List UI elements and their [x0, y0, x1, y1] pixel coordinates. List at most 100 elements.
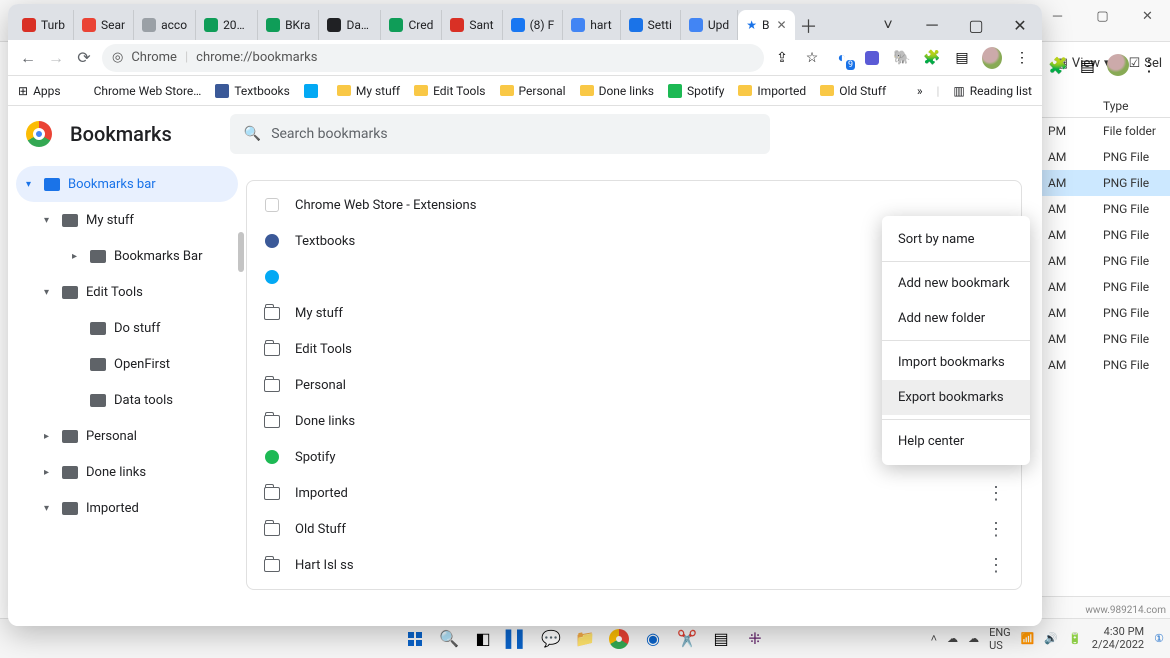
- close-button[interactable]: ✕: [1125, 0, 1170, 32]
- battery-icon[interactable]: 🔋: [1068, 632, 1082, 645]
- sidebar-item[interactable]: Do stuff: [16, 310, 238, 346]
- chrome-icon[interactable]: [606, 626, 632, 652]
- bookmark-bar-item[interactable]: Edit Tools: [414, 84, 485, 98]
- chat-icon[interactable]: 💬: [538, 626, 564, 652]
- bookmark-bar-item[interactable]: Personal: [500, 84, 566, 98]
- file-row[interactable]: AMPNG File: [1040, 170, 1170, 196]
- volume-icon[interactable]: 🔊: [1044, 632, 1058, 645]
- bookmark-bar-item[interactable]: ⊞Apps: [18, 84, 61, 98]
- tab-0[interactable]: Turb: [14, 10, 74, 40]
- close-icon[interactable]: ✕: [776, 18, 786, 32]
- search-input[interactable]: 🔍 Search bookmarks: [230, 114, 770, 154]
- bookmark-row[interactable]: Old Stuff⋮: [247, 511, 1021, 547]
- tab-8[interactable]: (8) F: [503, 10, 564, 40]
- cloud-icon[interactable]: ☁: [968, 632, 979, 645]
- tab-3[interactable]: 2021: [196, 10, 258, 40]
- more-icon[interactable]: ⋮: [987, 555, 1005, 576]
- extension-icon[interactable]: [862, 48, 882, 68]
- file-explorer-icon[interactable]: 📁: [572, 626, 598, 652]
- file-row[interactable]: AMPNG File: [1040, 144, 1170, 170]
- file-row[interactable]: AMPNG File: [1040, 274, 1170, 300]
- expand-arrow-icon[interactable]: ▾: [44, 215, 54, 226]
- file-row[interactable]: AMPNG File: [1040, 196, 1170, 222]
- bookmark-bar-item[interactable]: Textbooks: [215, 84, 290, 98]
- tab-5[interactable]: Dash: [319, 10, 381, 40]
- bookmark-bar-item[interactable]: Chrome Web Store…: [75, 84, 202, 98]
- tab-7[interactable]: Sant: [442, 10, 502, 40]
- expand-arrow-icon[interactable]: ▸: [44, 431, 54, 442]
- expand-arrow-icon[interactable]: ▸: [44, 467, 54, 478]
- chrome-menu-icon[interactable]: ⋮: [1012, 48, 1032, 68]
- share-icon[interactable]: ⇪: [772, 48, 792, 68]
- bookmark-star-icon[interactable]: ☆: [802, 48, 822, 68]
- tab-11[interactable]: Upd: [681, 10, 738, 40]
- sidebar-item[interactable]: ▾My stuff: [16, 202, 238, 238]
- tab-1[interactable]: Sear: [74, 10, 134, 40]
- tab-9[interactable]: hart: [563, 10, 620, 40]
- extension-badge-icon[interactable]: ◐9: [832, 48, 852, 68]
- sidebar-item[interactable]: ▾Imported: [16, 490, 238, 526]
- menu-item[interactable]: Add new bookmark: [882, 266, 1030, 301]
- sidepanel-icon[interactable]: ▤: [1080, 56, 1095, 75]
- new-tab-button[interactable]: ＋: [795, 12, 823, 40]
- sidebar-item[interactable]: ▸Personal: [16, 418, 238, 454]
- avatar[interactable]: [982, 48, 1002, 68]
- bookmark-row[interactable]: Hart Isl ss⋮: [247, 547, 1021, 583]
- file-row[interactable]: AMPNG File: [1040, 326, 1170, 352]
- sidepanel-icon[interactable]: ▤: [952, 48, 972, 68]
- tab-6[interactable]: Cred: [381, 10, 442, 40]
- bookmark-row[interactable]: Imported⋮: [247, 475, 1021, 511]
- widgets-icon[interactable]: ▌▌: [504, 626, 530, 652]
- maximize-button[interactable]: ▢: [1080, 0, 1125, 32]
- search-icon[interactable]: 🔍: [436, 626, 462, 652]
- expand-arrow-icon[interactable]: ▾: [26, 179, 36, 190]
- menu-item[interactable]: Import bookmarks: [882, 345, 1030, 380]
- sidebar-item[interactable]: ▾Bookmarks bar: [16, 166, 238, 202]
- bookmark-bar-item[interactable]: My stuff: [337, 84, 400, 98]
- avatar[interactable]: [1107, 54, 1129, 76]
- menu-item[interactable]: Help center: [882, 424, 1030, 459]
- extensions-puzzle-icon[interactable]: 🧩: [1048, 56, 1068, 75]
- sidebar-scrollbar[interactable]: [238, 232, 244, 272]
- maximize-button[interactable]: ▢: [954, 10, 998, 40]
- bookmark-bar-item[interactable]: Spotify: [668, 84, 724, 98]
- notifications-icon[interactable]: ①: [1154, 632, 1164, 645]
- tab-10[interactable]: Setti: [621, 10, 681, 40]
- onedrive-icon[interactable]: ☁: [947, 632, 958, 645]
- edge-icon[interactable]: ◉: [640, 626, 666, 652]
- chrome-chevron-icon[interactable]: ˅: [866, 10, 910, 40]
- file-row[interactable]: AMPNG File: [1040, 300, 1170, 326]
- sidebar-item[interactable]: ▸Bookmarks Bar: [16, 238, 238, 274]
- file-row[interactable]: PMFile folder: [1040, 118, 1170, 144]
- expand-arrow-icon[interactable]: ▸: [72, 251, 82, 262]
- sidebar-item[interactable]: ▾Edit Tools: [16, 274, 238, 310]
- more-icon[interactable]: ⋮: [987, 519, 1005, 540]
- bookmark-bar-item[interactable]: Old Stuff: [820, 84, 886, 98]
- overflow-chevron-icon[interactable]: »: [917, 84, 923, 98]
- chrome-menu-icon[interactable]: ⋮: [1141, 56, 1157, 75]
- expand-arrow-icon[interactable]: ▾: [44, 287, 54, 298]
- wifi-icon[interactable]: 📶: [1021, 632, 1035, 645]
- slack-icon[interactable]: ⁜: [742, 626, 768, 652]
- tab-active-bookmarks[interactable]: ★ B ✕: [738, 10, 794, 40]
- app-icon[interactable]: ▤: [708, 626, 734, 652]
- menu-item[interactable]: Add new folder: [882, 301, 1030, 336]
- expand-arrow-icon[interactable]: ▾: [44, 503, 54, 514]
- bookmark-bar-item[interactable]: Done links: [580, 84, 654, 98]
- close-button[interactable]: ✕: [998, 10, 1042, 40]
- sidebar-item[interactable]: Data tools: [16, 382, 238, 418]
- forward-button[interactable]: →: [46, 48, 66, 68]
- snip-icon[interactable]: ✂️: [674, 626, 700, 652]
- menu-item[interactable]: Sort by name: [882, 222, 1030, 257]
- sidebar-item[interactable]: ▸Done links: [16, 454, 238, 490]
- bookmark-bar-item[interactable]: Imported: [738, 84, 806, 98]
- menu-item[interactable]: Export bookmarks: [882, 380, 1030, 415]
- back-button[interactable]: ←: [18, 48, 38, 68]
- extensions-puzzle-icon[interactable]: 🧩: [922, 48, 942, 68]
- sidebar-item[interactable]: OpenFirst: [16, 346, 238, 382]
- tab-2[interactable]: acco: [134, 10, 196, 40]
- bookmark-bar-item[interactable]: [304, 84, 323, 98]
- more-icon[interactable]: ⋮: [987, 483, 1005, 504]
- clock[interactable]: 4:30 PM2/24/2022: [1092, 626, 1144, 650]
- address-bar[interactable]: ◎ Chrome | chrome://bookmarks: [102, 44, 764, 72]
